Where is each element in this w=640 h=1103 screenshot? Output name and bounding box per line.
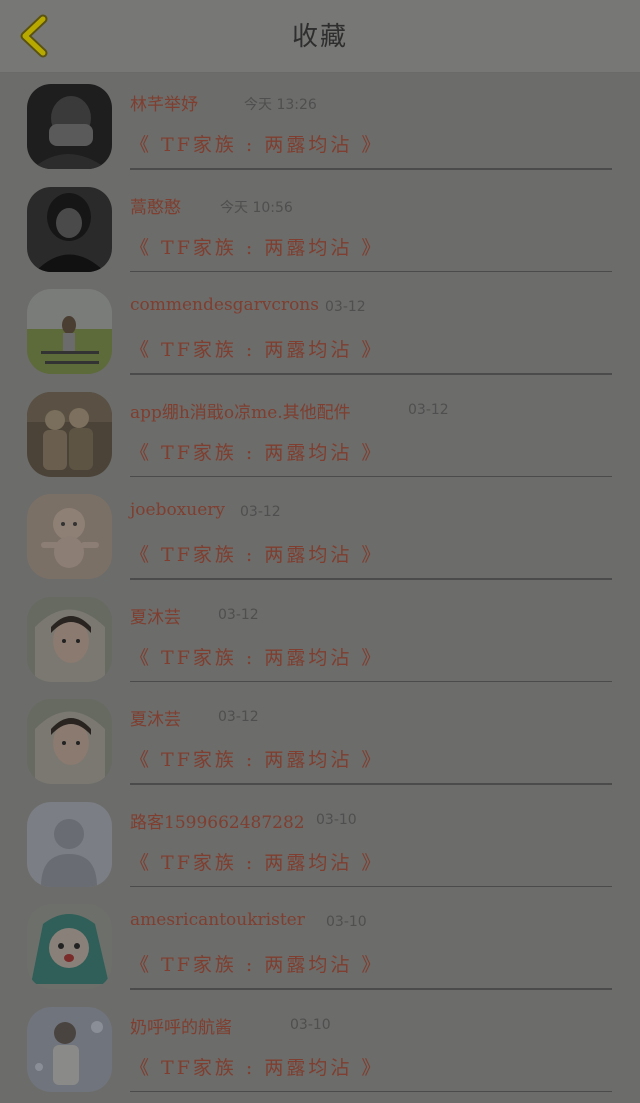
avatar-anime-miku[interactable] [27, 904, 112, 989]
divider [130, 885, 612, 887]
avatar-default-silhouette[interactable] [27, 801, 112, 887]
favorites-list: 林芊举妤 今天 13:26 《 TF家族 : 两露均沾 》 蒿憨憨 今天 10:… [0, 74, 640, 1099]
book-title[interactable]: 《 TF家族 : 两露均沾 》 [130, 130, 383, 157]
list-item[interactable]: 夏沐芸 03-12 《 TF家族 : 两露均沾 》 [0, 689, 640, 792]
user-name: 夏沐芸 [130, 607, 181, 628]
timestamp: 03-12 [408, 401, 449, 418]
divider [130, 168, 612, 170]
book-title[interactable]: 《 TF家族 : 两露均沾 》 [130, 233, 383, 260]
list-item[interactable]: 奶呼呼的航酱 03-10 《 TF家族 : 两露均沾 》 [0, 997, 640, 1100]
divider [130, 270, 612, 272]
timestamp: 03-12 [218, 709, 259, 725]
top-bar: 收藏 [0, 0, 640, 73]
user-name: 奶呼呼的航酱 [130, 1017, 232, 1038]
avatar-dark-hair[interactable] [27, 186, 112, 272]
divider [130, 475, 612, 477]
list-item[interactable]: 林芊举妤 今天 13:26 《 TF家族 : 两露均沾 》 [0, 74, 640, 177]
user-name: amesricantoukrister [130, 910, 305, 930]
divider [130, 1090, 612, 1092]
timestamp: 03-12 [240, 504, 281, 520]
avatar-dark-portrait[interactable] [27, 84, 112, 169]
timestamp: 今天 13:26 [244, 97, 317, 113]
avatar-vintage-children[interactable] [27, 391, 112, 477]
divider [130, 373, 612, 375]
divider [130, 783, 612, 785]
avatar-kewpie-doll[interactable] [27, 494, 112, 579]
avatar-outdoor-scene[interactable] [27, 289, 112, 374]
timestamp: 03-12 [325, 299, 366, 315]
timestamp: 03-10 [326, 914, 367, 930]
list-item[interactable]: joeboxuery 03-12 《 TF家族 : 两露均沾 》 [0, 484, 640, 587]
user-name: app绷h消戢o凉me.其他配件 [130, 402, 351, 423]
book-title[interactable]: 《 TF家族 : 两露均沾 》 [130, 950, 383, 977]
list-item[interactable]: 夏沐芸 03-12 《 TF家族 : 两露均沾 》 [0, 587, 640, 690]
page-title: 收藏 [291, 22, 348, 52]
user-name: 林芊举妤 [130, 95, 198, 115]
timestamp: 03-10 [316, 811, 357, 828]
divider [130, 578, 612, 580]
timestamp: 今天 10:56 [220, 199, 293, 216]
list-item[interactable]: app绷h消戢o凉me.其他配件 03-12 《 TF家族 : 两露均沾 》 [0, 382, 640, 485]
book-title[interactable]: 《 TF家族 : 两露均沾 》 [130, 848, 383, 875]
timestamp: 03-12 [218, 606, 259, 623]
book-title[interactable]: 《 TF家族 : 两露均沾 》 [130, 438, 383, 465]
avatar-girl-hood[interactable] [27, 596, 112, 682]
divider [130, 988, 612, 990]
divider [130, 680, 612, 682]
timestamp: 03-10 [290, 1016, 331, 1033]
list-item[interactable]: 路客1599662487282 03-10 《 TF家族 : 两露均沾 》 [0, 792, 640, 895]
list-item[interactable]: commendesgarvcrons 03-12 《 TF家族 : 两露均沾 》 [0, 279, 640, 382]
list-item[interactable]: 蒿憨憨 今天 10:56 《 TF家族 : 两露均沾 》 [0, 177, 640, 280]
user-name: 夏沐芸 [130, 710, 181, 730]
book-title[interactable]: 《 TF家族 : 两露均沾 》 [130, 643, 383, 670]
user-name: joeboxuery [130, 500, 226, 520]
book-title[interactable]: 《 TF家族 : 两露均沾 》 [130, 745, 383, 772]
user-name: 蒿憨憨 [130, 197, 181, 218]
list-item[interactable]: amesricantoukrister 03-10 《 TF家族 : 两露均沾 … [0, 894, 640, 997]
book-title[interactable]: 《 TF家族 : 两露均沾 》 [130, 540, 383, 567]
book-title[interactable]: 《 TF家族 : 两露均沾 》 [130, 1053, 383, 1080]
user-name: 路客1599662487282 [130, 812, 305, 833]
avatar-stage-performer[interactable] [27, 1006, 112, 1092]
user-name: commendesgarvcrons [130, 295, 319, 315]
book-title[interactable]: 《 TF家族 : 两露均沾 》 [130, 335, 383, 362]
avatar-girl-hood[interactable] [27, 699, 112, 784]
